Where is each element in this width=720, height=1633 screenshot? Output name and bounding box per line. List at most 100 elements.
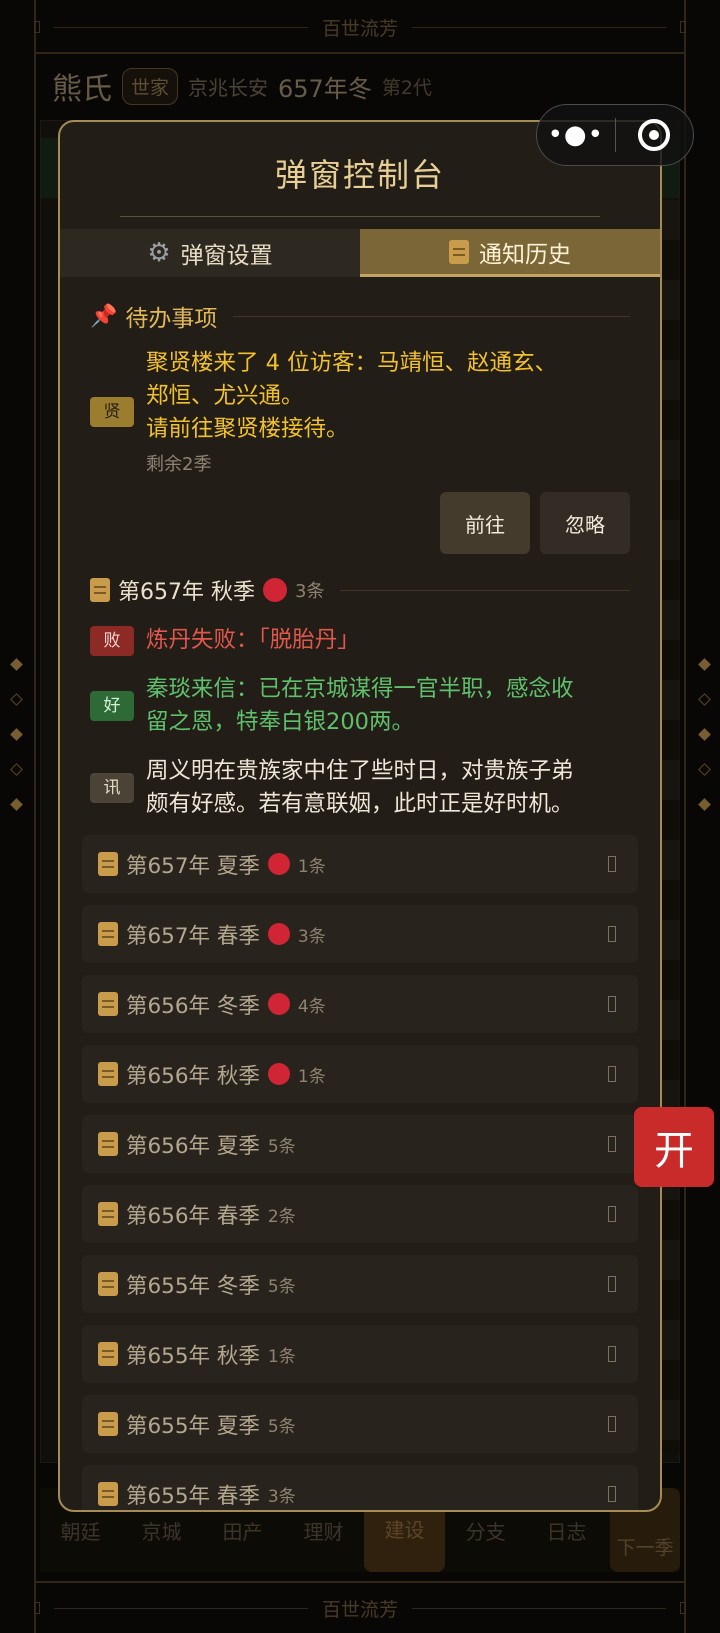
tab-popup-settings[interactable]: ⚙ 弹窗设置 (60, 229, 360, 277)
todo-item: 贤 聚贤楼来了 4 位访客：马靖恒、赵通玄、 郑恒、尤兴通。 请前往聚贤楼接待。… (90, 347, 630, 476)
go-button[interactable]: 前往 (440, 492, 530, 554)
todo-section-header: 📌 待办事项 (90, 301, 630, 332)
expand-icon (608, 1416, 616, 1432)
season-title: 第656年 秋季 (126, 1063, 260, 1089)
pin-icon: 📌 (90, 303, 118, 329)
tab-label: 弹窗设置 (180, 243, 273, 269)
current-season-header[interactable]: 第657年 秋季 3条 (90, 574, 630, 606)
fail-tag: 败 (90, 625, 134, 656)
gear-icon: ⚙ (147, 238, 171, 268)
scroll-icon (98, 1482, 118, 1506)
season-title: 第657年 夏季 (126, 853, 260, 879)
season-count: 5条 (267, 1416, 296, 1437)
unread-dot (267, 923, 290, 945)
scroll-icon (98, 1132, 118, 1156)
todo-actions: 前往 忽略 (90, 492, 630, 554)
section-divider (233, 315, 630, 317)
expand-icon (608, 856, 616, 872)
season-count: 3条 (295, 581, 325, 602)
notice-text-line: 留之恩，特奉白银200两。 (146, 709, 414, 735)
todo-remaining: 剩余2季 (146, 454, 212, 475)
scroll-icon (98, 922, 118, 946)
close-miniprogram-button[interactable] (616, 119, 694, 151)
notice-text-line: 周义明在贵族家中住了些时日，对贵族子弟 (146, 758, 574, 784)
season-title: 第656年 春季 (126, 1203, 260, 1229)
ignore-button[interactable]: 忽略 (540, 492, 630, 554)
season-title: 第656年 冬季 (126, 993, 260, 1019)
todo-content: 聚贤楼来了 4 位访客：马靖恒、赵通玄、 郑恒、尤兴通。 请前往聚贤楼接待。 剩… (146, 347, 557, 476)
scroll-icon (90, 578, 110, 602)
expand-icon (608, 1346, 616, 1362)
open-button[interactable]: 开 (634, 1107, 714, 1187)
modal-tabs: ⚙ 弹窗设置 通知历史 (60, 229, 660, 277)
season-title: 第657年 秋季 (118, 580, 255, 605)
season-count: 2条 (267, 1206, 296, 1227)
history-season-row[interactable]: 第655年 冬季 5条 (82, 1255, 638, 1313)
expand-icon (608, 1066, 616, 1082)
history-season-row[interactable]: 第655年 春季 3条 (82, 1465, 638, 1510)
todo-text-line: 请前往聚贤楼接待。 (146, 416, 349, 442)
todo-text-line: 郑恒、尤兴通。 (146, 383, 304, 409)
section-divider (340, 589, 630, 591)
season-title: 第655年 春季 (126, 1483, 260, 1509)
season-count: 1条 (297, 1066, 326, 1087)
notice-text: 炼丹失败：「脱胎丹」 (146, 627, 360, 653)
tab-label: 通知历史 (479, 241, 571, 268)
history-season-row[interactable]: 第656年 秋季 1条 (82, 1045, 638, 1103)
tab-notification-history[interactable]: 通知历史 (360, 229, 660, 277)
todo-tag: 贤 (90, 396, 134, 427)
modal-body: 📌 待办事项 贤 聚贤楼来了 4 位访客：马靖恒、赵通玄、 郑恒、尤兴通。 请前… (60, 301, 660, 1510)
season-title: 第655年 夏季 (126, 1413, 260, 1439)
season-count: 1条 (267, 1346, 296, 1367)
scroll-icon (98, 1202, 118, 1226)
season-count: 1条 (297, 856, 326, 877)
expand-icon (608, 1136, 616, 1152)
unread-dot (267, 853, 290, 875)
popup-console-modal: 弹窗控制台 ⚙ 弹窗设置 通知历史 📌 待办事项 贤 聚贤楼来了 4 位访客：马… (58, 120, 662, 1512)
unread-dot (267, 993, 290, 1015)
history-season-row[interactable]: 第655年 夏季 5条 (82, 1395, 638, 1453)
scroll-icon (98, 852, 118, 876)
history-list: 第657年 夏季 1条 第657年 春季 3条 第656年 冬季 4条 第656年 秋季 1条… (82, 835, 638, 1510)
good-tag: 好 (90, 691, 134, 721)
miniprogram-capsule: •●• (536, 104, 694, 166)
season-count: 5条 (267, 1136, 296, 1157)
expand-icon (608, 926, 616, 942)
notice-text-line: 颇有好感。若有意联姻，此时正是好时机。 (146, 791, 574, 817)
season-count: 3条 (297, 926, 326, 947)
target-icon (638, 119, 671, 151)
season-count: 3条 (267, 1486, 296, 1507)
unread-dot (263, 578, 287, 602)
notice-item: 讯 周义明在贵族家中住了些时日，对贵族子弟 颇有好感。若有意联姻，此时正是好时机… (90, 755, 630, 821)
app-root: 百世流芳 熊氏 世家 京兆长安 657年冬 第2代 朝廷 京城 田产 理财 建设… (0, 0, 720, 1633)
unread-dot (267, 1063, 290, 1085)
notice-item: 败 炼丹失败：「脱胎丹」 (90, 624, 630, 657)
more-icon[interactable]: •●• (537, 120, 615, 150)
scroll-icon (98, 992, 118, 1016)
scroll-icon (98, 1272, 118, 1296)
history-season-row[interactable]: 第657年 春季 3条 (82, 905, 638, 963)
notice-content: 秦琰来信：已在京城谋得一官半职，感念收 留之恩，特奉白银200两。 (146, 673, 574, 739)
history-season-row[interactable]: 第656年 冬季 4条 (82, 975, 638, 1033)
history-season-row[interactable]: 第656年 春季 2条 (82, 1185, 638, 1243)
title-divider (120, 216, 600, 217)
season-title: 第657年 春季 (126, 923, 260, 949)
season-title: 第655年 秋季 (126, 1343, 260, 1369)
scroll-icon (98, 1412, 118, 1436)
todo-text-line: 聚贤楼来了 4 位访客：马靖恒、赵通玄、 (146, 350, 558, 376)
notice-text-line: 秦琰来信：已在京城谋得一官半职，感念收 (146, 676, 574, 702)
expand-icon (608, 1206, 616, 1222)
scroll-icon (98, 1342, 118, 1366)
history-season-row[interactable]: 第655年 秋季 1条 (82, 1325, 638, 1383)
season-count: 4条 (297, 996, 326, 1017)
season-title: 第656年 夏季 (126, 1133, 260, 1159)
todo-section-title: 待办事项 (125, 306, 218, 332)
expand-icon (608, 1276, 616, 1292)
expand-icon (608, 1486, 616, 1502)
history-season-row[interactable]: 第657年 夏季 1条 (82, 835, 638, 893)
notice-item: 好 秦琰来信：已在京城谋得一官半职，感念收 留之恩，特奉白银200两。 (90, 673, 630, 739)
season-count: 5条 (267, 1276, 296, 1297)
history-season-row[interactable]: 第656年 夏季 5条 (82, 1115, 638, 1173)
notice-content: 周义明在贵族家中住了些时日，对贵族子弟 颇有好感。若有意联姻，此时正是好时机。 (146, 755, 574, 821)
scroll-icon (98, 1062, 118, 1086)
